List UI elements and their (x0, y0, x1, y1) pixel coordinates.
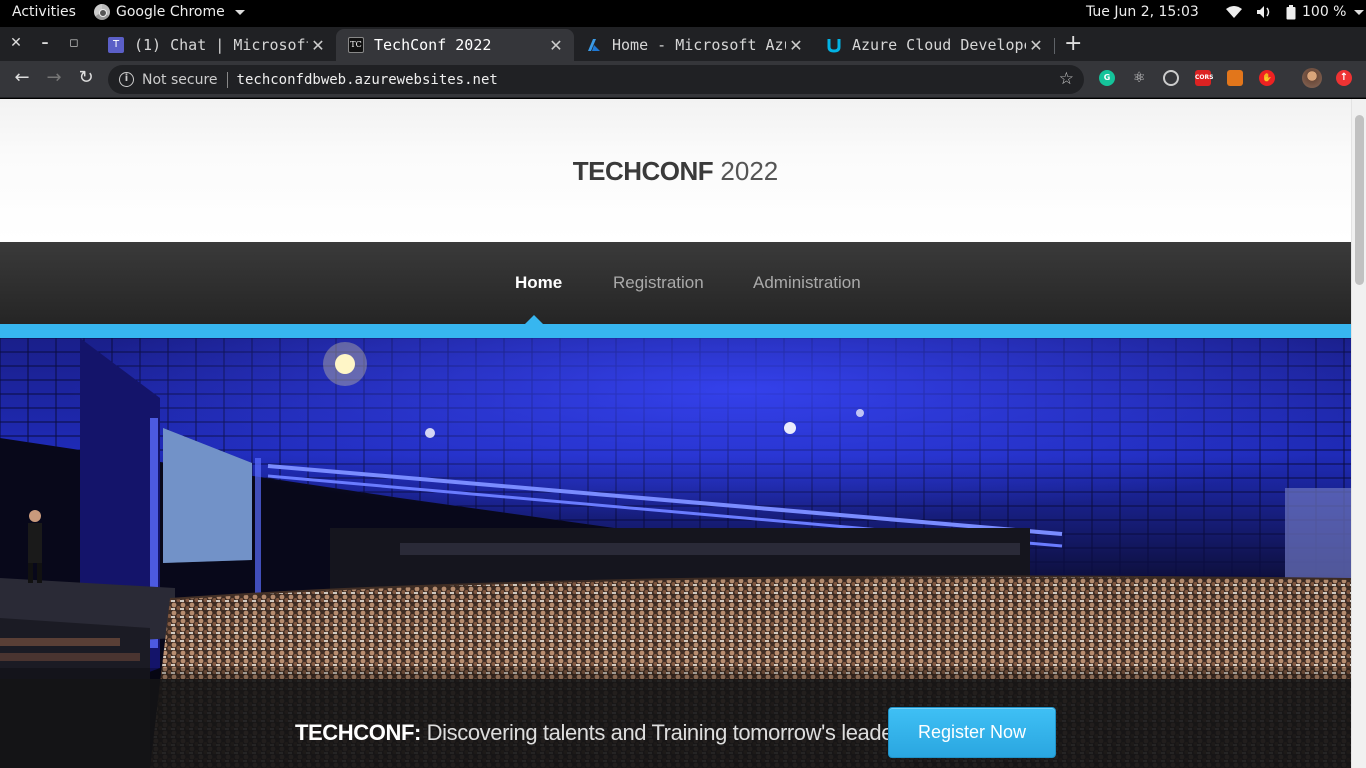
browser-toolbar: ← → ↻ i Not secure techconfdbweb.azurewe… (0, 61, 1366, 98)
tab-techconf[interactable]: TC TechConf 2022 ✕ (336, 29, 574, 61)
bookmark-star-icon[interactable]: ☆ (1059, 69, 1074, 89)
teams-icon: T (108, 37, 124, 53)
app-menu[interactable]: Google Chrome (94, 4, 245, 20)
profile-avatar[interactable] (1302, 68, 1322, 88)
system-top-bar: Activities Google Chrome Tue Jun 2, 15:0… (0, 0, 1366, 27)
info-icon[interactable]: i (119, 72, 134, 87)
wifi-icon (1226, 6, 1242, 18)
tab-close-icon[interactable]: ✕ (546, 36, 566, 55)
tab-title: Azure Cloud Developer (852, 36, 1026, 54)
back-arrow-icon[interactable]: ← (11, 67, 33, 88)
app-name: Google Chrome (116, 4, 225, 20)
system-tray[interactable]: 100 % (1226, 4, 1365, 20)
tab-close-icon[interactable]: ✕ (308, 36, 328, 55)
site-header: TECHCONF 2022 (0, 99, 1351, 242)
system-clock[interactable]: Tue Jun 2, 15:03 (1086, 4, 1199, 20)
nav-home[interactable]: Home (515, 273, 562, 293)
brand-name: TECHCONF (572, 156, 714, 186)
azure-icon (588, 39, 600, 51)
main-nav: Home Registration Administration (0, 242, 1351, 324)
banner-text: Discovering talents and Training tomorro… (420, 720, 911, 745)
chevron-down-icon (234, 9, 245, 15)
window-maximize-icon[interactable]: ◻ (66, 36, 82, 49)
grammarly-extension-icon[interactable]: G (1099, 70, 1115, 86)
new-tab-button[interactable]: + (1064, 31, 1082, 56)
techconf-favicon: TC (348, 37, 364, 53)
volume-icon (1257, 6, 1270, 18)
register-now-button[interactable]: Register Now (888, 707, 1056, 758)
tab-strip: ✕ – ◻ T (1) Chat | Microsoft Teams ✕ TC … (0, 27, 1366, 61)
tab-close-icon[interactable]: ✕ (1026, 36, 1046, 55)
chrome-icon (94, 4, 110, 20)
update-arrow-icon[interactable]: ↑ (1336, 70, 1352, 86)
activities-button[interactable]: Activities (12, 4, 76, 20)
battery-percentage: 100 % (1302, 4, 1347, 20)
brand-year: 2022 (720, 156, 779, 186)
nav-administration[interactable]: Administration (753, 273, 861, 293)
tab-close-icon[interactable]: ✕ (786, 36, 806, 55)
react-devtools-icon[interactable]: ⚛ (1131, 70, 1147, 86)
security-label[interactable]: Not secure (142, 72, 218, 88)
metamask-fox-icon[interactable] (1227, 70, 1243, 86)
forward-arrow-icon[interactable]: → (43, 67, 65, 88)
page-viewport: TECHCONF 2022 Home Registration Administ… (0, 99, 1366, 768)
window-minimize-icon[interactable]: – (37, 35, 53, 51)
accent-stripe (0, 324, 1351, 338)
system-menu-chevron-icon (1354, 9, 1365, 15)
tab-teams[interactable]: T (1) Chat | Microsoft Teams ✕ (96, 29, 336, 61)
tab-separator (1054, 38, 1055, 54)
target-extension-icon[interactable] (1163, 70, 1179, 86)
page-scrollbar[interactable] (1351, 99, 1366, 768)
udacity-icon (827, 39, 841, 53)
address-bar[interactable]: i Not secure techconfdbweb.azurewebsites… (108, 65, 1084, 94)
window-close-icon[interactable]: ✕ (8, 35, 24, 51)
call-to-action-banner: TECHCONF: Discovering talents and Traini… (0, 679, 1351, 768)
tab-azure[interactable]: Home - Microsoft Azure ✕ (574, 29, 814, 61)
site-logo[interactable]: TECHCONF 2022 (0, 156, 1351, 187)
scrollbar-thumb[interactable] (1355, 115, 1364, 285)
banner-lead: TECHCONF: (295, 720, 421, 745)
techconf-page: TECHCONF 2022 Home Registration Administ… (0, 99, 1351, 768)
tab-title: (1) Chat | Microsoft Teams (134, 36, 308, 54)
active-nav-indicator (525, 315, 543, 324)
battery-icon (1286, 4, 1296, 19)
cors-extension-icon[interactable]: CORS (1195, 70, 1213, 86)
tab-title: TechConf 2022 (374, 36, 492, 54)
tab-udacity[interactable]: Azure Cloud Developer ✕ (814, 29, 1054, 61)
omnibox-divider (226, 71, 228, 88)
url-text[interactable]: techconfdbweb.azurewebsites.net (237, 72, 498, 88)
tab-title: Home - Microsoft Azure (612, 36, 786, 54)
adblock-hand-icon[interactable]: ✋ (1259, 70, 1275, 86)
banner-tagline: TECHCONF: Discovering talents and Traini… (295, 720, 911, 746)
reload-icon[interactable]: ↻ (75, 67, 97, 88)
nav-registration[interactable]: Registration (613, 273, 704, 293)
